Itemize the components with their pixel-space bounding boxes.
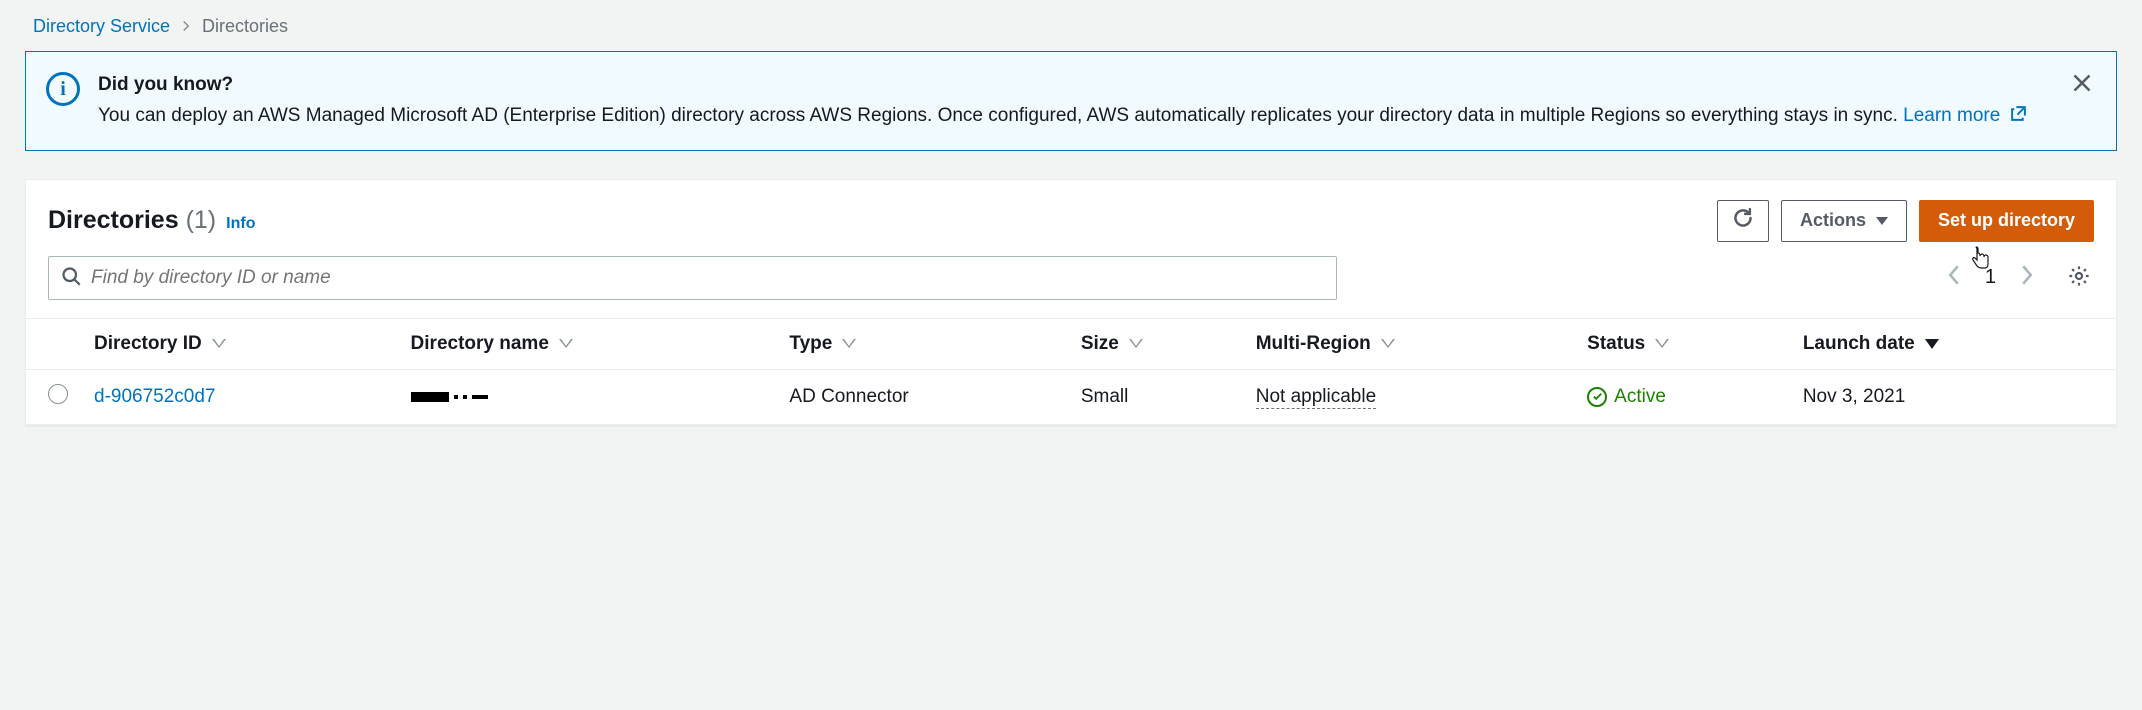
search-icon — [61, 266, 81, 289]
cell-directory-name — [399, 369, 778, 424]
sort-icon-active — [1925, 339, 1939, 349]
refresh-button[interactable] — [1717, 200, 1769, 242]
pagination: 1 — [1941, 261, 2094, 295]
panel-count: (1) — [186, 206, 217, 234]
breadcrumb: Directory Service Directories — [25, 10, 2117, 51]
chevron-right-icon — [180, 16, 192, 37]
column-select — [26, 318, 82, 369]
info-banner-body: You can deploy an AWS Managed Microsoft … — [98, 105, 1898, 126]
close-banner-button[interactable] — [2068, 68, 2096, 104]
info-banner-title: Did you know? — [98, 70, 2096, 99]
breadcrumb-root-link[interactable]: Directory Service — [33, 16, 170, 37]
panel-title: Directories (1) — [48, 206, 216, 235]
column-multi-region[interactable]: Multi-Region — [1244, 318, 1575, 369]
column-launch-date[interactable]: Launch date — [1791, 318, 2116, 369]
info-banner: i Did you know? You can deploy an AWS Ma… — [25, 51, 2117, 151]
settings-button[interactable] — [2064, 261, 2094, 294]
external-link-icon — [2010, 102, 2027, 131]
learn-more-link[interactable]: Learn more — [1903, 105, 2026, 126]
info-icon: i — [46, 72, 80, 106]
caret-down-icon — [1876, 217, 1888, 225]
set-up-directory-button[interactable]: Set up directory — [1919, 200, 2094, 242]
cell-size: Small — [1069, 369, 1244, 424]
row-select-radio[interactable] — [48, 384, 68, 404]
column-type[interactable]: Type — [777, 318, 1068, 369]
column-size[interactable]: Size — [1069, 318, 1244, 369]
sort-icon — [1381, 339, 1395, 348]
column-directory-name[interactable]: Directory name — [399, 318, 778, 369]
sort-icon — [1655, 339, 1669, 348]
directory-id-link[interactable]: d-906752c0d7 — [94, 386, 216, 407]
prev-page-button[interactable] — [1941, 261, 1967, 295]
sort-icon — [559, 339, 573, 348]
sort-icon — [1129, 339, 1143, 348]
gear-icon — [2068, 274, 2090, 290]
search-input[interactable] — [89, 266, 1324, 290]
info-link[interactable]: Info — [226, 215, 255, 233]
directories-table: Directory ID Directory name Type Size Mu… — [26, 318, 2116, 425]
cell-status: Active — [1575, 369, 1791, 424]
cell-type: AD Connector — [777, 369, 1068, 424]
search-input-wrapper[interactable] — [48, 256, 1337, 300]
check-circle-icon — [1587, 387, 1607, 407]
next-page-button[interactable] — [2014, 261, 2040, 295]
sort-icon — [842, 339, 856, 348]
cell-launch-date: Nov 3, 2021 — [1791, 369, 2116, 424]
refresh-icon — [1732, 207, 1754, 234]
directories-panel: Directories (1) Info Actions Set up dire… — [25, 179, 2117, 426]
page-number: 1 — [1985, 266, 1996, 289]
table-row[interactable]: d-906752c0d7 AD Connector Small Not appl… — [26, 369, 2116, 424]
sort-icon — [212, 339, 226, 348]
column-status[interactable]: Status — [1575, 318, 1791, 369]
close-icon — [2072, 72, 2092, 99]
column-directory-id[interactable]: Directory ID — [82, 318, 399, 369]
actions-dropdown-button[interactable]: Actions — [1781, 200, 1907, 242]
cell-multi-region: Not applicable — [1244, 369, 1575, 424]
breadcrumb-current: Directories — [202, 16, 288, 37]
